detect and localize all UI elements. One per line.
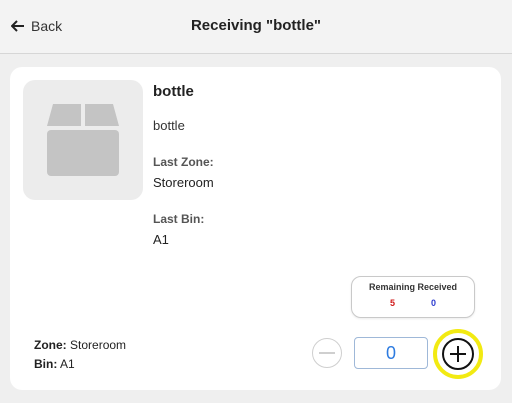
remaining-count: 5 bbox=[389, 298, 395, 308]
zone-label: Zone: bbox=[34, 338, 67, 352]
top-bar: Back Receiving "bottle" bbox=[0, 0, 512, 54]
zone-line: Zone: Storeroom bbox=[34, 338, 126, 352]
bin-value: A1 bbox=[60, 357, 75, 371]
bin-line: Bin: A1 bbox=[34, 357, 75, 371]
decrement-button[interactable] bbox=[312, 338, 342, 368]
increment-button[interactable] bbox=[442, 338, 474, 370]
item-description: bottle bbox=[153, 118, 185, 133]
last-bin-value: A1 bbox=[153, 232, 169, 247]
remaining-received-summary: Remaining Received 5 0 bbox=[351, 276, 475, 318]
page-title: Receiving "bottle" bbox=[190, 17, 322, 34]
summary-header: Remaining Received bbox=[368, 282, 458, 292]
last-zone-label: Last Zone: bbox=[153, 155, 214, 169]
item-card: bottle bottle Last Zone: Storeroom Last … bbox=[10, 67, 501, 390]
item-name: bottle bbox=[153, 83, 194, 100]
received-count: 0 bbox=[431, 298, 437, 308]
bin-label: Bin: bbox=[34, 357, 58, 371]
box-icon bbox=[47, 104, 119, 176]
zone-value: Storeroom bbox=[70, 338, 127, 352]
last-zone-value: Storeroom bbox=[153, 175, 214, 190]
last-bin-label: Last Bin: bbox=[153, 212, 205, 226]
quantity-input[interactable]: 0 bbox=[354, 337, 428, 369]
item-image bbox=[23, 80, 143, 200]
